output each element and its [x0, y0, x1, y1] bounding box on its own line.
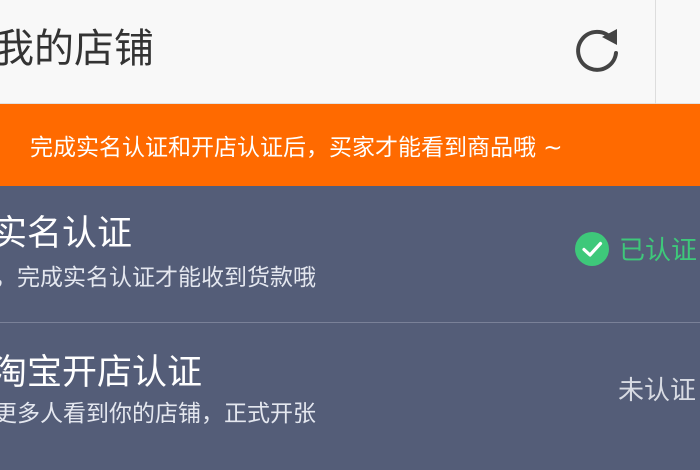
- item-subtitle: 更多人看到你的店铺，正式开张: [0, 401, 316, 427]
- header-bar: 我的店铺: [0, 0, 700, 104]
- notice-banner: 完成实名认证和开店认证后，买家才能看到商品哦 ~: [0, 104, 700, 186]
- status-label: 未认证: [618, 376, 697, 406]
- check-circle-icon: [575, 231, 609, 266]
- refresh-icon: [576, 29, 618, 72]
- item-subtitle: ，完成实名认证才能收到货款哦: [0, 265, 316, 291]
- item-title: 淘宝开店认证: [0, 353, 203, 393]
- status-unverified: 未认证: [618, 370, 696, 407]
- shop-verification-item[interactable]: 淘宝开店认证 更多人看到你的店铺，正式开张 未认证: [0, 323, 700, 470]
- status-label: 已认证: [619, 236, 698, 266]
- real-name-verification-item[interactable]: 实名认证 ，完成实名认证才能收到货款哦 已认证: [0, 186, 700, 322]
- page-title: 我的店铺: [0, 26, 154, 72]
- status-verified: 已认证: [575, 230, 697, 267]
- header-divider: [655, 0, 656, 104]
- item-title: 实名认证: [0, 214, 133, 254]
- notice-text: 完成实名认证和开店认证后，买家才能看到商品哦 ~: [30, 135, 563, 161]
- verification-list: 实名认证 ，完成实名认证才能收到货款哦 已认证 淘宝开店认证 更多人看到你的店铺…: [0, 186, 700, 470]
- refresh-button[interactable]: [568, 22, 628, 78]
